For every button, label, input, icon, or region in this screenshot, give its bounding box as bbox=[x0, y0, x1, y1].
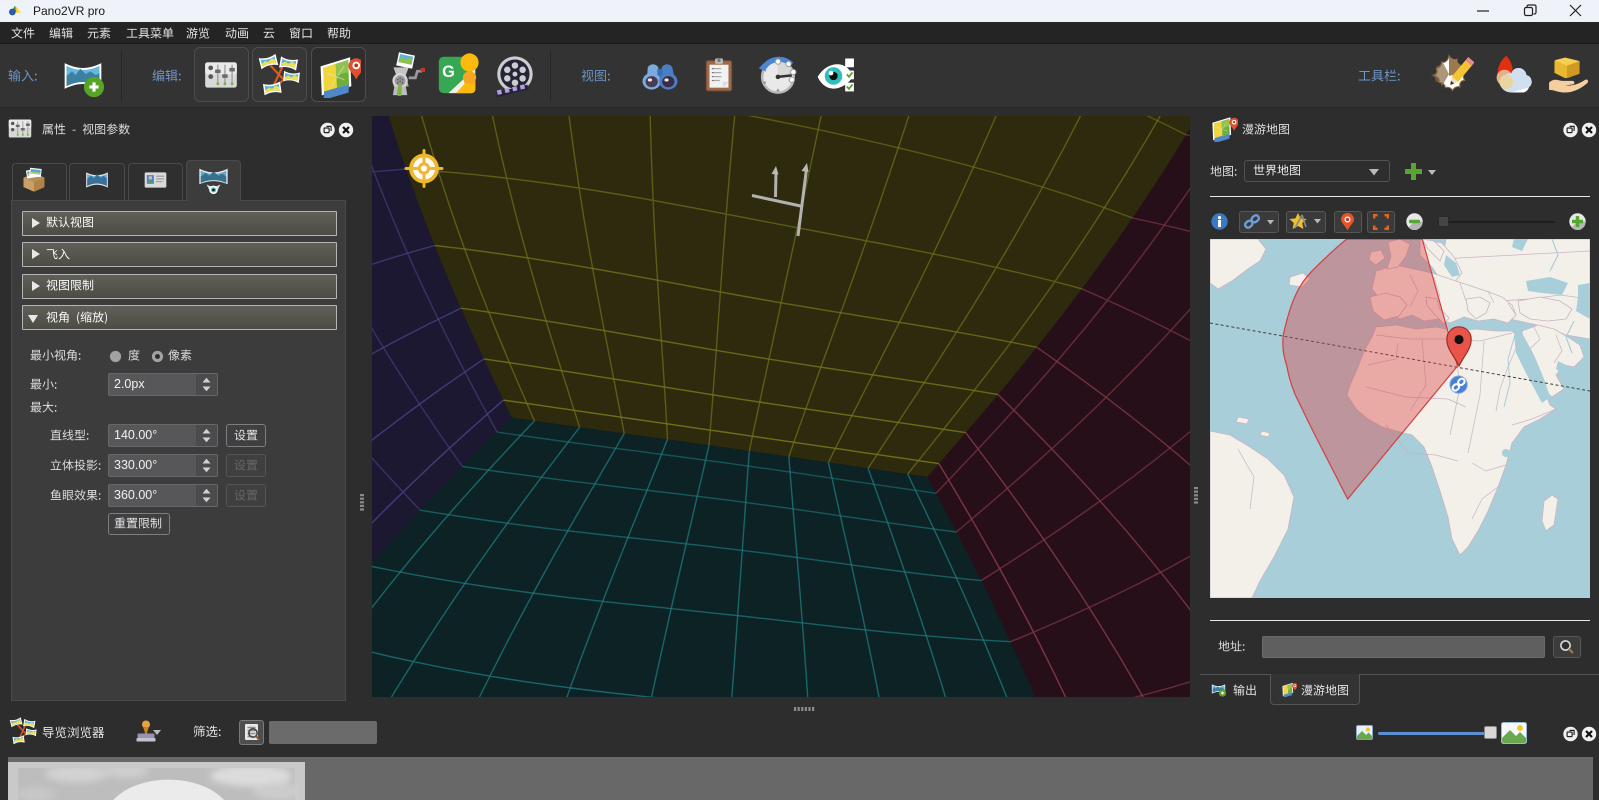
svg-text:G: G bbox=[442, 63, 455, 81]
